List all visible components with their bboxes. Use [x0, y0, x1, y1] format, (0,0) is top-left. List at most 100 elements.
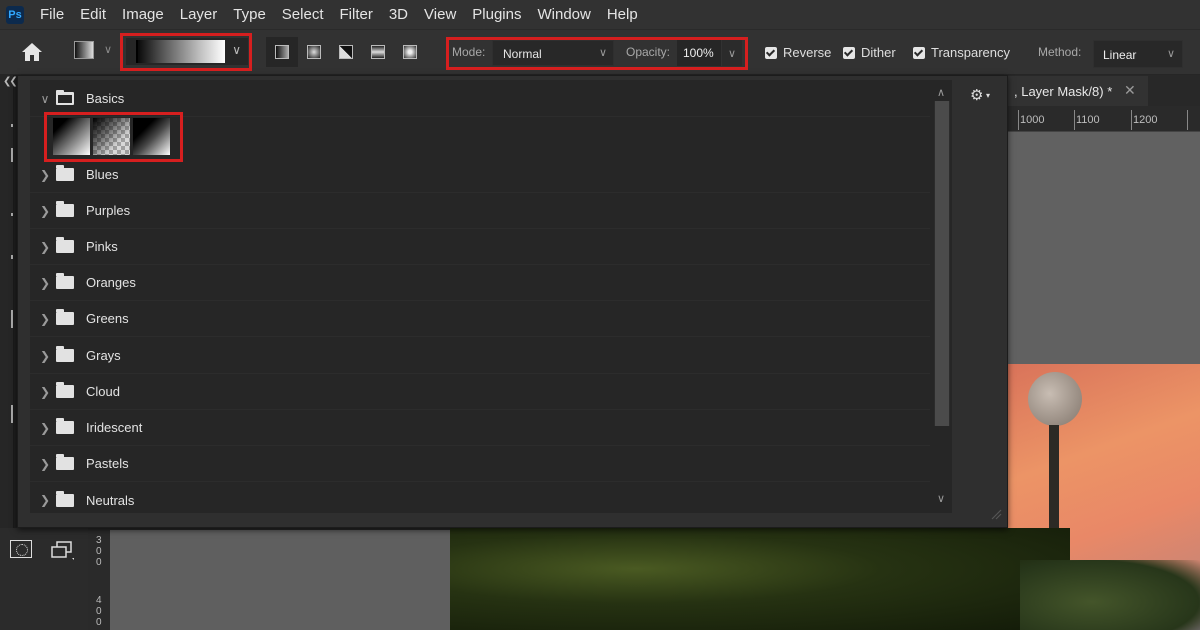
menu-image[interactable]: Image	[114, 6, 172, 23]
opacity-slider-toggle[interactable]: ∨	[722, 40, 742, 66]
tool-edge-active[interactable]	[11, 310, 13, 328]
canvas-photo-hedge[interactable]	[450, 528, 1070, 630]
mode-label: Mode:	[452, 45, 486, 59]
tool-edge[interactable]	[11, 255, 13, 259]
menu-file[interactable]: File	[32, 6, 72, 23]
opacity-label: Opacity:	[626, 45, 671, 59]
ruler-tick	[1074, 110, 1075, 130]
canvas-empty-region[interactable]	[1008, 132, 1200, 364]
folder-icon	[56, 309, 74, 325]
radial-gradient-button[interactable]	[298, 37, 330, 67]
tool-edge[interactable]	[11, 213, 13, 216]
reflected-gradient-icon	[371, 45, 385, 59]
screen-mode-icon[interactable]	[50, 541, 74, 561]
chevron-right-icon[interactable]: ❯	[38, 168, 52, 182]
chevron-right-icon[interactable]: ❯	[38, 457, 52, 471]
checkbox-checked-icon[interactable]	[843, 46, 855, 59]
chevron-right-icon[interactable]: ❯	[38, 493, 52, 507]
chevron-right-icon[interactable]: ❯	[38, 276, 52, 290]
chevron-down-icon[interactable]: ∨	[104, 43, 112, 56]
gradient-group-greens[interactable]: ❯ Greens	[30, 301, 930, 337]
ruler-vertical: 3 0 0 4 0 0	[88, 530, 110, 630]
opacity-value: 100%	[683, 46, 714, 60]
tool-edge[interactable]	[11, 405, 13, 423]
dither-checkbox[interactable]: Dither	[843, 45, 896, 60]
home-icon[interactable]	[20, 42, 44, 62]
gradient-group-pinks[interactable]: ❯ Pinks	[30, 229, 930, 265]
scroll-up-icon[interactable]: ∧	[937, 86, 945, 99]
options-bar: ∨ ∨ Mode: Normal ∨ Opacity: 100% ∨ Rever…	[0, 30, 1200, 75]
gradient-group-iridescent[interactable]: ❯ Iridescent	[30, 410, 930, 446]
gradient-group-oranges[interactable]: ❯ Oranges	[30, 265, 930, 301]
checkbox-checked-icon[interactable]	[913, 46, 925, 59]
menu-select[interactable]: Select	[274, 6, 332, 23]
close-icon[interactable]: ✕	[1124, 82, 1136, 99]
reflected-gradient-button[interactable]	[362, 37, 394, 67]
gear-icon[interactable]: ⚙	[970, 86, 983, 104]
group-label: Iridescent	[86, 420, 143, 435]
menu-view[interactable]: View	[416, 6, 464, 23]
transparency-label: Transparency	[931, 45, 1010, 60]
scroll-down-icon[interactable]: ∨	[937, 492, 945, 505]
menu-edit[interactable]: Edit	[72, 6, 114, 23]
highlight-box	[120, 33, 252, 71]
ruler-label: 1100	[1076, 114, 1100, 126]
gradient-group-pastels[interactable]: ❯ Pastels	[30, 446, 930, 482]
menu-3d[interactable]: 3D	[381, 6, 416, 23]
chevron-right-icon[interactable]: ❯	[38, 385, 52, 399]
checkbox-checked-icon[interactable]	[765, 46, 777, 59]
tool-edge[interactable]	[11, 148, 13, 162]
linear-gradient-icon	[275, 45, 289, 59]
folder-icon	[56, 273, 74, 289]
tool-preset-picker[interactable]	[74, 41, 94, 59]
gradient-preset-fg-to-transparent[interactable]	[93, 118, 130, 155]
menu-filter[interactable]: Filter	[332, 6, 381, 23]
chevron-right-icon[interactable]: ❯	[38, 240, 52, 254]
angle-gradient-button[interactable]	[330, 37, 362, 67]
folder-icon	[56, 165, 74, 181]
diamond-gradient-button[interactable]	[394, 37, 426, 67]
menu-plugins[interactable]: Plugins	[464, 6, 529, 23]
tool-edge[interactable]	[11, 124, 13, 127]
photoshop-logo-icon: Ps	[6, 5, 24, 24]
chevron-right-icon[interactable]: ❯	[38, 349, 52, 363]
menu-bar: Ps File Edit Image Layer Type Select Fil…	[0, 0, 1200, 30]
chevron-right-icon[interactable]: ❯	[38, 421, 52, 435]
document-tab-title[interactable]: , Layer Mask/8) *	[1014, 84, 1112, 99]
collapse-panel-icon[interactable]: ❮❮	[3, 76, 18, 87]
group-label: Neutrals	[86, 492, 135, 508]
gradient-preset-black-white[interactable]	[133, 118, 170, 155]
menu-help[interactable]: Help	[599, 6, 646, 23]
chevron-down-icon[interactable]: ▾	[986, 91, 990, 100]
scrollbar-thumb[interactable]	[935, 101, 949, 426]
highlight-box	[44, 112, 183, 162]
group-label: Blues	[86, 167, 119, 182]
folder-icon	[56, 490, 74, 507]
canvas-pasteboard[interactable]	[110, 530, 450, 630]
linear-gradient-button[interactable]	[266, 37, 298, 67]
opacity-input[interactable]: 100%	[677, 40, 721, 66]
chevron-right-icon[interactable]: ❯	[38, 312, 52, 326]
mode-select[interactable]: Normal ∨	[492, 40, 614, 66]
gradient-group-purples[interactable]: ❯ Purples	[30, 193, 930, 229]
menu-type[interactable]: Type	[225, 6, 274, 23]
quick-mask-icon[interactable]	[10, 540, 32, 558]
menu-layer[interactable]: Layer	[172, 6, 226, 23]
resize-grip-icon[interactable]	[990, 508, 1002, 520]
gradient-group-cloud[interactable]: ❯ Cloud	[30, 374, 930, 410]
group-label: Cloud	[86, 384, 120, 399]
group-label: Oranges	[86, 275, 136, 290]
reverse-checkbox[interactable]: Reverse	[765, 45, 831, 60]
menu-window[interactable]: Window	[529, 6, 598, 23]
gradient-group-grays[interactable]: ❯ Grays	[30, 338, 930, 374]
chevron-down-icon[interactable]: ∨	[38, 92, 52, 106]
ruler-label: 0	[96, 606, 102, 617]
ruler-label: 1200	[1133, 114, 1158, 126]
method-select[interactable]: Linear ∨	[1093, 40, 1183, 68]
gradient-group-neutrals[interactable]: ❯ Neutrals	[30, 482, 930, 518]
ruler-label: 0	[96, 557, 102, 568]
transparency-checkbox[interactable]: Transparency	[913, 45, 1010, 60]
chevron-right-icon[interactable]: ❯	[38, 204, 52, 218]
gradient-preset-fg-to-bg[interactable]	[53, 118, 90, 155]
gradient-group-blues[interactable]: ❯ Blues	[30, 157, 930, 193]
